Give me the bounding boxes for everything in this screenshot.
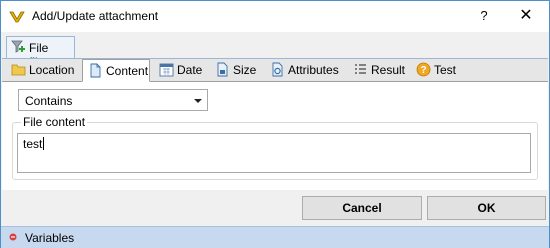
- folder-icon: [11, 64, 26, 76]
- variables-label: Variables: [25, 231, 75, 245]
- ok-button[interactable]: OK: [427, 196, 546, 220]
- close-button[interactable]: ✕: [509, 3, 543, 29]
- match-mode-value: Contains: [25, 94, 73, 108]
- size-icon: [217, 62, 228, 77]
- funnel-add-icon: [11, 40, 25, 53]
- file-content-value: test: [23, 137, 43, 151]
- dialog-window: Add/Update attachment ? ✕ File filter Lo…: [0, 0, 550, 248]
- chevron-down-icon: [194, 99, 202, 103]
- question-icon: ?: [416, 62, 431, 77]
- tab-location[interactable]: Location: [6, 59, 78, 81]
- tab-content-label: Content: [106, 64, 149, 78]
- tab-attributes-label: Attributes: [288, 63, 339, 77]
- match-mode-select[interactable]: Contains: [18, 89, 208, 111]
- app-logo-icon: [9, 11, 25, 23]
- tab-date[interactable]: Date: [154, 59, 208, 81]
- variables-bar[interactable]: Variables: [1, 226, 549, 248]
- file-content-label: File content: [21, 115, 88, 129]
- cancel-button[interactable]: Cancel: [302, 196, 422, 220]
- tab-size-label: Size: [233, 63, 257, 77]
- file-content-input[interactable]: test: [17, 133, 531, 173]
- attributes-icon: [272, 62, 283, 77]
- expand-icon: [9, 233, 17, 241]
- tab-location-label: Location: [29, 63, 75, 77]
- tab-strip: Location Content Date Size Attributes Re…: [2, 59, 548, 82]
- list-icon: [355, 64, 366, 74]
- tab-result[interactable]: Result: [348, 59, 408, 81]
- tab-test-label: Test: [434, 63, 457, 77]
- file-filter-panel: Location Content Date Size Attributes Re…: [2, 58, 548, 190]
- document-icon: [90, 63, 101, 78]
- tab-attributes[interactable]: Attributes: [265, 59, 345, 81]
- svg-text:?: ?: [420, 65, 426, 76]
- window-title: Add/Update attachment: [32, 9, 159, 23]
- tab-date-label: Date: [177, 63, 203, 77]
- help-button[interactable]: ?: [469, 3, 499, 29]
- tab-result-label: Result: [371, 63, 406, 77]
- tab-content[interactable]: Content: [82, 59, 150, 82]
- tab-size[interactable]: Size: [210, 59, 260, 81]
- text-cursor: [43, 137, 45, 150]
- tab-test[interactable]: ? Test: [411, 59, 463, 81]
- tab-file-filter[interactable]: File filter: [6, 36, 75, 69]
- title-bar: Add/Update attachment ? ✕: [1, 1, 549, 32]
- calendar-icon: [159, 63, 174, 77]
